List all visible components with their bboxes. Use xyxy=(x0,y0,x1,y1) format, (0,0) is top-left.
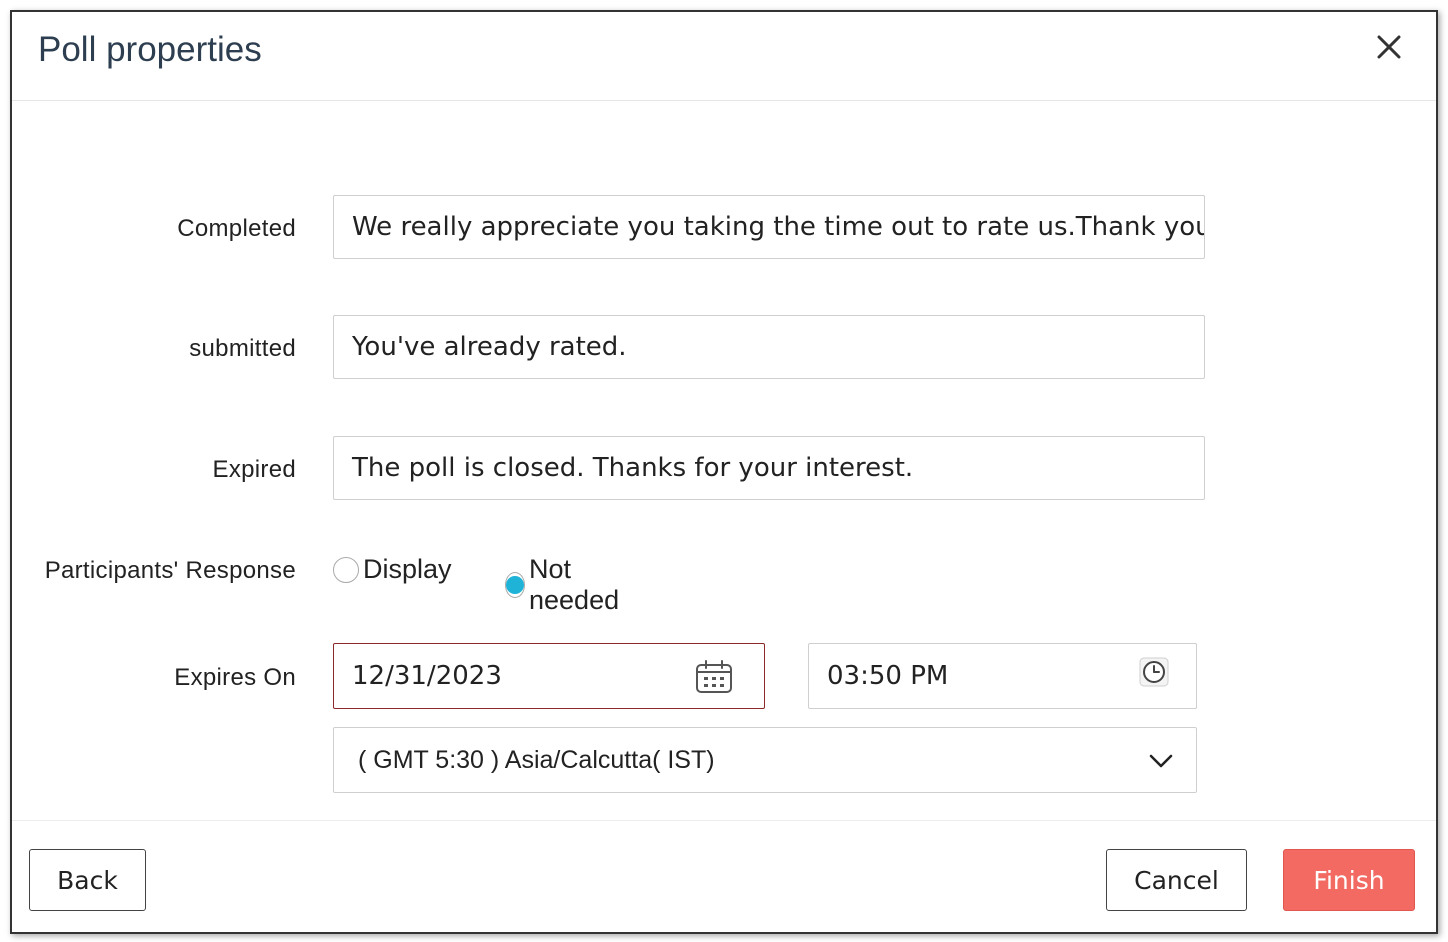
radio-not-needed[interactable]: Not needed xyxy=(505,554,625,616)
radio-display-circle[interactable] xyxy=(333,556,359,583)
radio-display-label: Display xyxy=(363,554,452,584)
expires-on-label: Expires On xyxy=(174,664,296,691)
radio-selected-dot xyxy=(506,576,524,594)
expired-message-input[interactable]: The poll is closed. Thanks for your inte… xyxy=(333,436,1205,500)
completed-label: Completed xyxy=(177,215,296,242)
chevron-down-icon[interactable] xyxy=(1148,752,1174,770)
finish-button[interactable]: Finish xyxy=(1283,849,1415,911)
radio-display[interactable]: Display xyxy=(333,554,452,585)
close-button[interactable] xyxy=(1374,32,1404,62)
poll-properties-dialog: Poll properties Completed We really appr… xyxy=(10,10,1438,934)
timezone-value: ( GMT 5:30 ) Asia/Calcutta( IST) xyxy=(358,746,715,774)
expired-label: Expired xyxy=(212,456,296,483)
completed-message-input[interactable]: We really appreciate you taking the time… xyxy=(333,195,1205,259)
timezone-select[interactable]: ( GMT 5:30 ) Asia/Calcutta( IST) xyxy=(333,727,1197,793)
participants-response-label: Participants' Response xyxy=(44,557,296,584)
footer-divider xyxy=(12,820,1436,821)
close-icon xyxy=(1377,35,1401,59)
expiry-date-value: 12/31/2023 xyxy=(352,661,502,691)
back-button[interactable]: Back xyxy=(29,849,146,911)
expiry-time-value: 03:50 PM xyxy=(827,661,949,691)
submitted-label: submitted xyxy=(189,335,296,362)
header-divider xyxy=(12,100,1436,101)
cancel-button[interactable]: Cancel xyxy=(1106,849,1247,911)
radio-not-needed-label: Not needed xyxy=(529,554,620,615)
radio-not-needed-circle[interactable] xyxy=(505,572,525,598)
dialog-title: Poll properties xyxy=(38,30,262,69)
clock-icon[interactable] xyxy=(1139,657,1169,687)
submitted-message-input[interactable]: You've already rated. xyxy=(333,315,1205,379)
calendar-icon[interactable] xyxy=(695,660,733,694)
